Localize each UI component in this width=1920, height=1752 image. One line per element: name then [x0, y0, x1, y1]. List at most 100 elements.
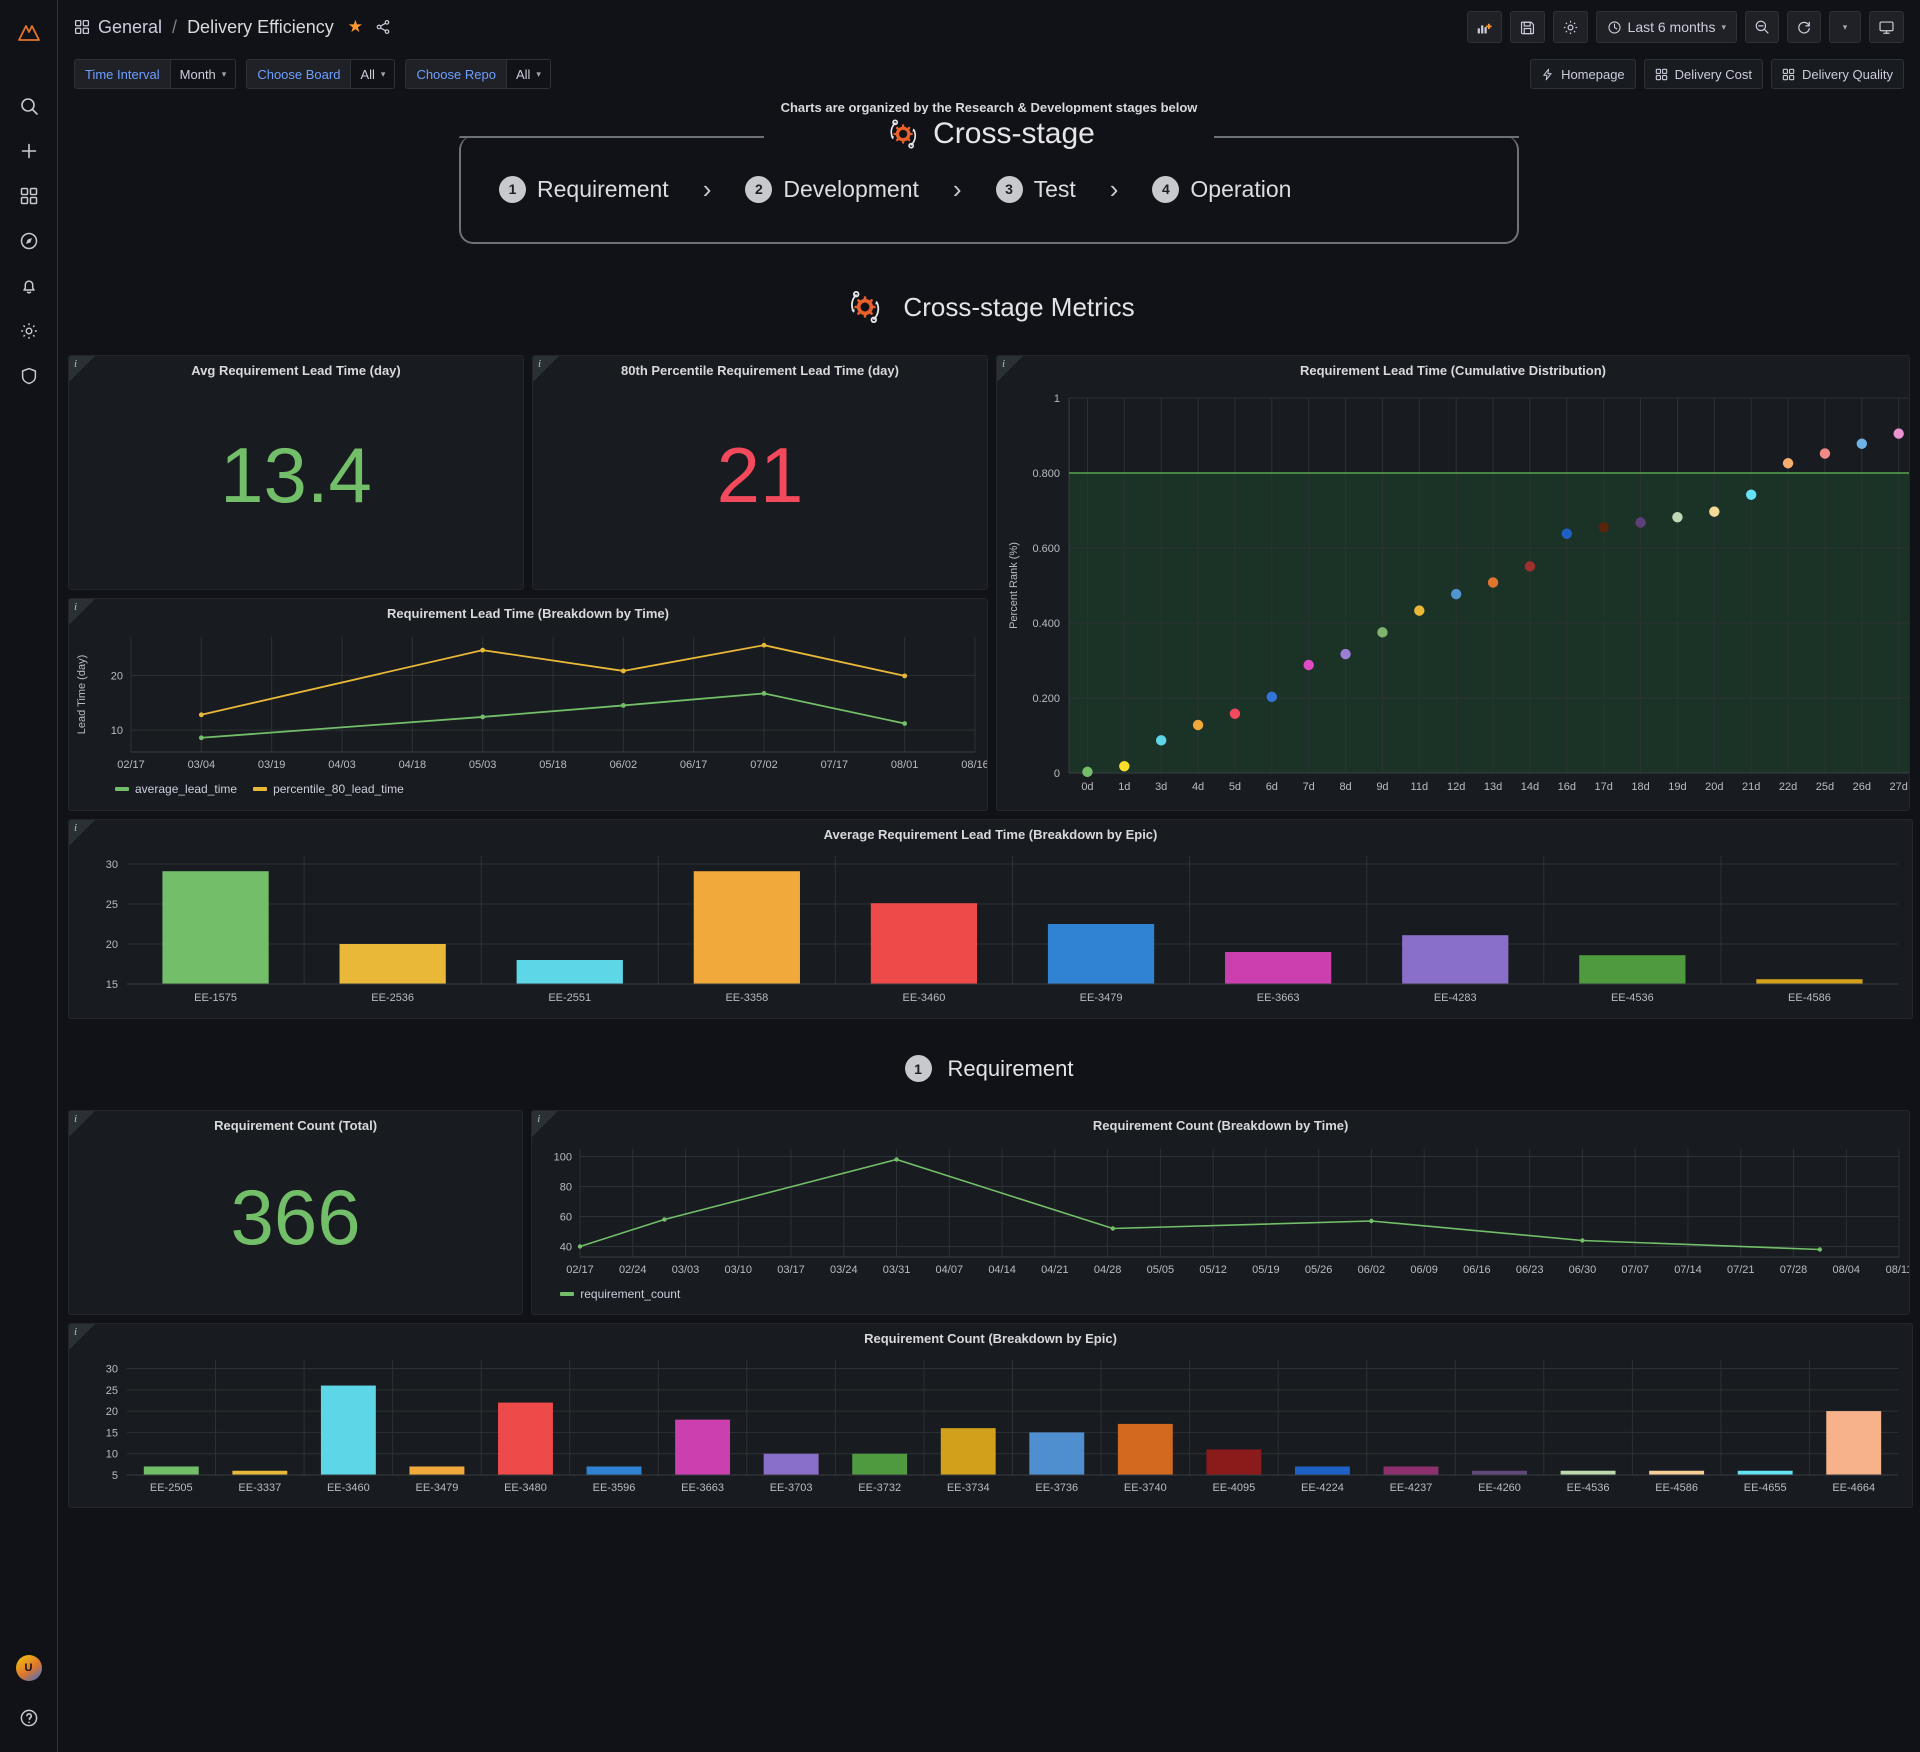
info-icon[interactable]: i	[1002, 358, 1005, 370]
panel-80th-percentile-lead-time[interactable]: i 80th Percentile Requirement Lead Time …	[532, 355, 988, 590]
svg-text:04/28: 04/28	[1094, 1264, 1122, 1276]
svg-text:06/23: 06/23	[1516, 1264, 1544, 1276]
panel-avg-requirement-lead-time[interactable]: i Avg Requirement Lead Time (day) 13.4	[68, 355, 524, 590]
star-icon[interactable]: ★	[348, 17, 363, 37]
link-label: Homepage	[1561, 66, 1625, 82]
variable-value-choose-board[interactable]: All ▾	[350, 59, 396, 89]
shield-icon[interactable]	[7, 354, 51, 398]
svg-text:03/10: 03/10	[725, 1264, 753, 1276]
share-icon[interactable]	[375, 19, 391, 35]
panel-title: 80th Percentile Requirement Lead Time (d…	[621, 363, 899, 378]
panel-corner	[69, 820, 95, 846]
legend-item-average-lead-time[interactable]: average_lead_time	[115, 782, 237, 796]
panel-body: 5 10 15 20 25 30 EE-2505 EE-3337 EE-3460 EE-3479 E…	[69, 1350, 1912, 1505]
svg-text:EE-4536: EE-4536	[1567, 1482, 1610, 1494]
svg-text:04/21: 04/21	[1041, 1264, 1069, 1276]
panel-requirement-count-by-time[interactable]: i Requirement Count (Breakdown by Time) …	[531, 1110, 1910, 1315]
flow-arrow-icon: ›	[952, 173, 962, 204]
page-title[interactable]: Delivery Efficiency	[187, 17, 334, 38]
variable-value-choose-repo[interactable]: All ▾	[505, 59, 551, 89]
gear-icon[interactable]	[7, 309, 51, 353]
svg-text:03/17: 03/17	[778, 1264, 806, 1276]
link-homepage[interactable]: Homepage	[1530, 59, 1636, 89]
variable-choose-repo: Choose Repo All ▾	[405, 59, 551, 89]
info-icon[interactable]: i	[538, 358, 541, 370]
add-panel-icon[interactable]	[1466, 11, 1502, 43]
time-range-picker[interactable]: Last 6 months ▾	[1595, 11, 1737, 43]
svg-text:EE-3734: EE-3734	[947, 1482, 990, 1494]
flow-stage-development[interactable]: 2 Development	[745, 175, 919, 203]
dashboards-icon[interactable]	[7, 174, 51, 218]
panel-avg-lead-time-by-epic[interactable]: i Average Requirement Lead Time (Breakdo…	[68, 819, 1913, 1019]
svg-text:05/18: 05/18	[539, 759, 567, 771]
dashboard-settings-gear-icon[interactable]	[1552, 11, 1588, 43]
info-icon[interactable]: i	[74, 601, 77, 613]
variable-label-choose-board: Choose Board	[246, 59, 351, 89]
info-icon[interactable]: i	[537, 1113, 540, 1125]
breadcrumb-folder[interactable]: General	[98, 17, 162, 38]
stage-name: Development	[783, 175, 919, 202]
flow-stage-requirement[interactable]: 1 Requirement	[499, 175, 669, 203]
flow-stage-operation[interactable]: 4 Operation	[1152, 175, 1291, 203]
compass-icon[interactable]	[7, 219, 51, 263]
cumulative-distribution-scatter[interactable]: 0 0.200 0.400 0.600 0.800 1 0d 1d 3d 4d 5d 6d 7d 8d 9d…	[997, 382, 1910, 807]
panel-body: 40 60 80 100 02/17 02/24 03/03 03/10 03/17 03/24 0…	[532, 1137, 1909, 1305]
svg-text:13d: 13d	[1484, 781, 1502, 793]
svg-text:16d: 16d	[1558, 781, 1576, 793]
link-delivery-quality[interactable]: Delivery Quality	[1770, 59, 1904, 89]
variable-value-time-interval[interactable]: Month ▾	[169, 59, 237, 89]
svg-text:03/19: 03/19	[258, 759, 286, 771]
svg-text:0.800: 0.800	[1032, 468, 1060, 480]
link-label: Delivery Quality	[1801, 66, 1893, 82]
panel-lead-time-breakdown-by-time[interactable]: i Requirement Lead Time (Breakdown by Ti…	[68, 598, 988, 811]
refresh-icon[interactable]	[1787, 11, 1821, 43]
avatar[interactable]: U	[7, 1646, 51, 1690]
panel-body: 15 20 25 30 EE-1575 EE-2536 EE-2551 EE-3358 EE-3…	[69, 846, 1912, 1016]
info-icon[interactable]: i	[74, 1326, 77, 1338]
kiosk-tv-icon[interactable]	[1869, 11, 1904, 43]
link-label: Delivery Cost	[1674, 66, 1752, 82]
lead-time-line-chart[interactable]: 10 20 02/17 03/04 03/19 04/03 04/18 05/03 05/18 0…	[69, 625, 988, 780]
requirement-count-line-chart[interactable]: 40 60 80 100 02/17 02/24 03/03 03/10 03/17 03/24 0…	[532, 1137, 1910, 1285]
svg-text:1d: 1d	[1118, 781, 1130, 793]
refresh-interval-dropdown[interactable]: ▾	[1829, 11, 1861, 43]
avg-lead-time-epic-bar-chart[interactable]: 15 20 25 30 EE-1575 EE-2536 EE-2551 EE-3358 EE-3…	[69, 846, 1913, 1016]
bell-icon[interactable]	[7, 264, 51, 308]
requirement-count-epic-bar-chart[interactable]: 5 10 15 20 25 30 EE-2505 EE-3337 EE-3460 EE-3479 E…	[69, 1350, 1913, 1505]
search-icon[interactable]	[7, 84, 51, 128]
help-icon[interactable]	[7, 1696, 51, 1740]
chevron-down-icon: ▾	[380, 68, 386, 79]
variable-value-text: All	[515, 66, 531, 82]
stat-value: 13.4	[220, 430, 372, 519]
plus-icon[interactable]	[7, 129, 51, 173]
legend-item-requirement-count[interactable]: requirement_count	[560, 1287, 680, 1301]
svg-text:20: 20	[106, 1406, 118, 1418]
panel-title: Requirement Count (Breakdown by Time)	[1092, 1118, 1349, 1133]
info-icon[interactable]: i	[74, 1113, 77, 1125]
panel-requirement-count-by-epic[interactable]: i Requirement Count (Breakdown by Epic) …	[68, 1323, 1913, 1508]
panel-cumulative-distribution[interactable]: i Requirement Lead Time (Cumulative Dist…	[996, 355, 1910, 811]
panel-requirement-count-total[interactable]: i Requirement Count (Total) 366	[68, 1110, 524, 1315]
stage-number: 1	[499, 175, 526, 203]
info-icon[interactable]: i	[74, 822, 77, 834]
zoom-out-icon[interactable]	[1745, 11, 1779, 43]
svg-text:05/05: 05/05	[1147, 1264, 1175, 1276]
section-cross-stage-metrics: Cross-stage Metrics	[68, 255, 1910, 355]
grafana-logo-icon[interactable]	[7, 10, 51, 54]
legend-item-percentile-80-lead-time[interactable]: percentile_80_lead_time	[253, 782, 404, 796]
svg-text:06/30: 06/30	[1569, 1264, 1597, 1276]
stat-value: 366	[230, 1173, 361, 1261]
svg-text:EE-2505: EE-2505	[150, 1482, 193, 1494]
chevron-down-icon: ▾	[1721, 21, 1726, 32]
panel-title: Avg Requirement Lead Time (day)	[191, 363, 401, 378]
svg-text:EE-3703: EE-3703	[770, 1482, 813, 1494]
variable-value-text: All	[360, 66, 375, 82]
panel-body: 13.4	[69, 382, 523, 567]
svg-text:06/16: 06/16	[1463, 1264, 1491, 1276]
flow-arrow-icon: ›	[1109, 173, 1119, 204]
info-icon[interactable]: i	[74, 358, 77, 370]
link-delivery-cost[interactable]: Delivery Cost	[1643, 59, 1763, 89]
flow-stage-test[interactable]: 3 Test	[995, 175, 1076, 203]
svg-text:04/03: 04/03	[328, 759, 356, 771]
save-icon[interactable]	[1509, 11, 1545, 43]
